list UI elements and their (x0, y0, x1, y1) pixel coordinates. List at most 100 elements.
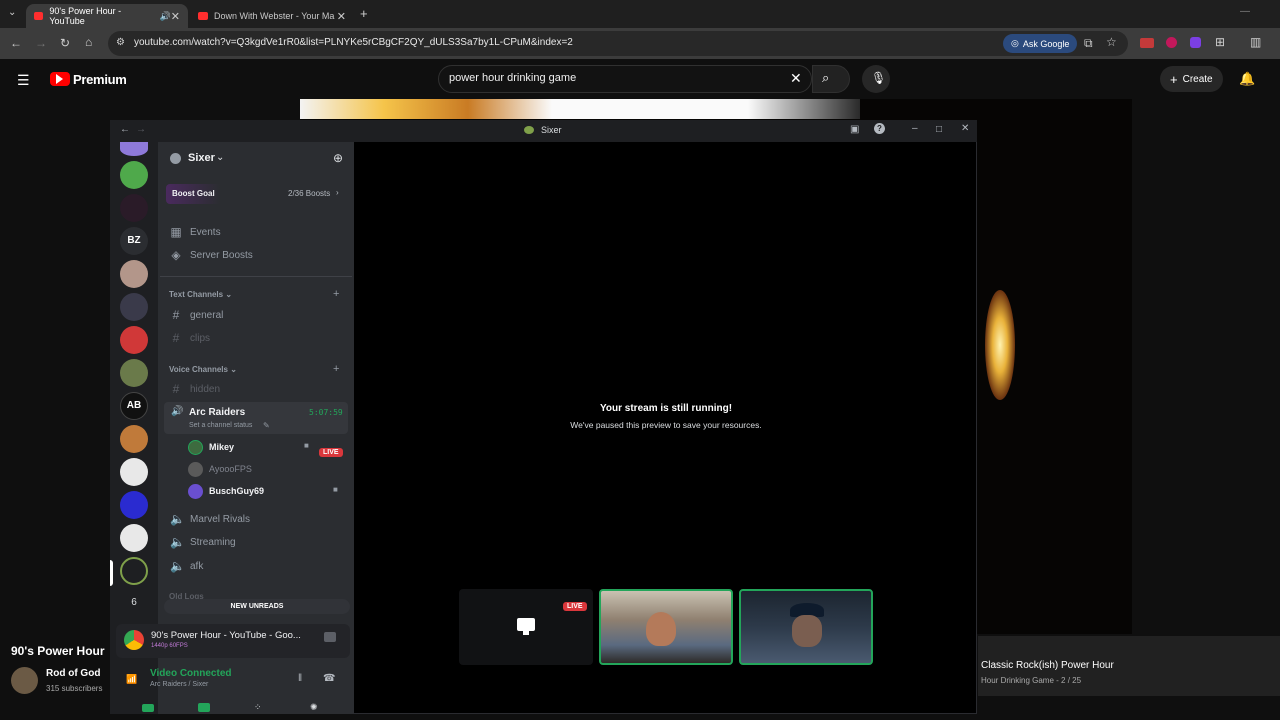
server-icon-ab[interactable]: AB (120, 392, 148, 420)
search-value[interactable]: power hour drinking game (449, 72, 576, 84)
server-name[interactable]: Sixer (188, 152, 215, 164)
channel-avatar[interactable] (11, 667, 38, 694)
speaker-icon: 🔈 (170, 512, 185, 526)
invite-people-icon[interactable]: ⊕ (333, 151, 343, 165)
adblock-extension-icon[interactable] (1140, 38, 1154, 48)
video-candle-flame (985, 290, 1015, 400)
ask-google-button[interactable]: ◎ Ask Google (1003, 34, 1078, 53)
menu-server-boosts[interactable]: ◈ Server Boosts (164, 244, 348, 266)
pencil-icon[interactable]: ✎ (263, 421, 270, 430)
channel-label: Streaming (190, 536, 236, 548)
plus-icon: + (1170, 71, 1178, 87)
window-minimize-icon[interactable]: – (912, 123, 918, 134)
stream-title: 90's Power Hour - YouTube - Goo... (151, 630, 301, 641)
stop-stream-icon[interactable] (324, 632, 336, 642)
camera-button[interactable] (142, 704, 154, 712)
back-icon[interactable]: ← (10, 36, 22, 50)
back-arrow-icon[interactable]: ← (120, 124, 130, 135)
channel-streaming[interactable]: 🔈 Streaming (164, 531, 348, 553)
minimize-icon[interactable]: — (1240, 6, 1250, 17)
category-label: Text Channels (169, 290, 224, 299)
channel-status-link[interactable]: Set a channel status (189, 422, 252, 429)
avatar (188, 439, 203, 455)
twitch-extension-icon[interactable] (1190, 37, 1201, 48)
reload-icon[interactable]: ↻ (60, 36, 70, 50)
channel-marvel-rivals[interactable]: 🔈 Marvel Rivals (164, 508, 348, 530)
side-panel-icon[interactable]: ▥ (1250, 35, 1261, 49)
chrome-icon (124, 630, 144, 650)
new-unreads-pill[interactable]: NEW UNREADS (164, 599, 350, 614)
clear-search-icon[interactable]: ✕ (790, 70, 802, 87)
server-icon-sixer[interactable] (120, 557, 148, 585)
member-ayooofps[interactable]: AyoooFPS (188, 459, 344, 479)
channel-name[interactable]: Rod of God (46, 668, 100, 679)
server-icon-orange[interactable] (120, 425, 148, 453)
noise-suppression-icon[interactable]: ‖ (298, 673, 302, 684)
add-text-channel-icon[interactable]: + (333, 288, 339, 300)
server-icon-frog[interactable] (120, 161, 148, 189)
video-camera-icon: ■ (304, 441, 309, 450)
server-icon-army[interactable] (120, 359, 148, 387)
server-icon-logo[interactable] (120, 524, 148, 552)
channel-hidden[interactable]: # hidden (164, 378, 348, 400)
divider (160, 276, 352, 277)
server-icon-dark[interactable] (120, 194, 148, 222)
live-label: LIVE (563, 602, 587, 611)
window-maximize-icon[interactable]: □ (936, 124, 942, 135)
chevron-down-icon[interactable]: ⌄ (216, 152, 224, 163)
channel-clips[interactable]: # clips (164, 327, 348, 349)
channel-afk[interactable]: 🔈 afk (164, 555, 348, 577)
help-icon[interactable]: ? (874, 123, 885, 134)
server-icon-blue[interactable] (120, 491, 148, 519)
search-icon: ⌕ (822, 70, 830, 85)
bookmark-star-icon[interactable]: ☆ (1106, 35, 1117, 49)
close-tab-icon[interactable]: ✕ (337, 10, 346, 23)
hamburger-menu-icon[interactable]: ☰ (17, 72, 30, 89)
screenshare-button[interactable] (198, 703, 210, 712)
notifications-bell-icon[interactable]: 🔔 (1239, 71, 1255, 87)
stream-paused-headline: Your stream is still running! (599, 403, 733, 414)
url-text[interactable]: youtube.com/watch?v=Q3kgdVe1rR0&list=PLN… (134, 37, 573, 48)
speaker-icon: 🔈 (170, 535, 185, 549)
menu-events[interactable]: ▦ Events (164, 221, 348, 243)
tab-webster[interactable]: Down With Webster - Your Ma ✕ (190, 4, 354, 28)
channel-general[interactable]: # general (164, 304, 348, 326)
extension-icon[interactable] (1166, 37, 1177, 48)
playlist-title[interactable]: Classic Rock(ish) Power Hour (981, 660, 1114, 671)
soundboard-icon[interactable]: ✺ (310, 702, 318, 713)
home-icon[interactable]: ⌂ (85, 35, 92, 49)
search-button[interactable] (812, 65, 850, 93)
server-icon-photo[interactable] (120, 260, 148, 288)
video-connected-label[interactable]: Video Connected (150, 668, 232, 679)
tab-search-icon[interactable]: ⌄ (8, 7, 16, 18)
disconnect-icon[interactable]: ☎ (323, 673, 335, 684)
voice-channels-header[interactable]: Voice Channels ⌄ (169, 365, 237, 374)
server-icon (524, 126, 534, 134)
server-icon-top[interactable] (120, 142, 148, 156)
server-icon-murk[interactable] (120, 293, 148, 321)
calendar-icon: ▦ (170, 225, 182, 239)
server-count-badge[interactable]: 6 (120, 597, 148, 608)
window-close-icon[interactable]: ✕ (961, 123, 969, 134)
server-icon-bz[interactable]: BZ (120, 227, 148, 255)
forward-icon[interactable]: → (35, 36, 47, 50)
close-tab-icon[interactable]: ✕ (171, 10, 180, 23)
member-buschguy69[interactable]: BuschGuy69 (188, 481, 344, 501)
new-tab-icon[interactable]: + (360, 6, 368, 21)
install-icon[interactable]: ⧉ (1084, 36, 1093, 51)
extensions-puzzle-icon[interactable]: ⊞ (1215, 35, 1225, 49)
tab-youtube[interactable]: 90's Power Hour - YouTube 🔊 ✕ (26, 4, 188, 28)
youtube-favicon-icon (198, 12, 208, 20)
create-button[interactable]: + Create (1160, 66, 1223, 92)
site-info-icon[interactable]: ⚙ (116, 37, 125, 48)
member-name: Mikey (209, 442, 235, 452)
text-channels-header[interactable]: Text Channels ⌄ (169, 290, 232, 299)
server-icon-red[interactable] (120, 326, 148, 354)
video-camera-icon: ■ (333, 485, 338, 494)
server-icon-white[interactable] (120, 458, 148, 486)
activities-icon[interactable]: ⁘ (254, 702, 262, 713)
add-voice-channel-icon[interactable]: + (333, 363, 339, 375)
speaker-icon[interactable]: 🔊 (160, 11, 171, 22)
forward-arrow-icon[interactable]: → (136, 124, 146, 135)
inbox-icon[interactable]: ▣ (850, 124, 859, 135)
